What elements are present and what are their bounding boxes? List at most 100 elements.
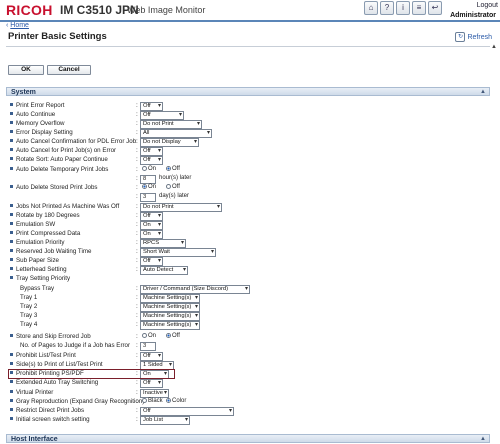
setting-label: Tray 3 — [20, 312, 38, 319]
setting-label: Auto Cancel for Print Job(s) on Error — [10, 146, 116, 155]
setting-select[interactable]: Job List — [140, 416, 190, 425]
radio-option[interactable]: Off — [166, 332, 180, 341]
scroll-up-icon[interactable]: ▲ — [491, 44, 497, 50]
separator: : — [136, 257, 138, 264]
radio-button[interactable] — [142, 333, 147, 338]
setting-label: Emulation Priority — [10, 238, 65, 247]
radio-button[interactable] — [166, 166, 171, 171]
separator: : — [136, 407, 138, 414]
separator: : — [136, 416, 138, 423]
setting-label: Letterhead Setting — [10, 265, 67, 274]
setting-row: Store and Skip Errored Job: On Off — [10, 332, 490, 341]
setting-label: Jobs Not Printed As Machine Was Off — [10, 202, 119, 211]
radio-option[interactable]: Color — [166, 397, 186, 406]
radio-button[interactable] — [142, 398, 147, 403]
ok-button[interactable]: OK — [8, 65, 44, 75]
logout-link[interactable]: Logout — [477, 2, 498, 9]
page-title: Printer Basic Settings — [8, 31, 107, 42]
radio-button[interactable] — [142, 184, 147, 189]
setting-text-input[interactable]: 3 — [140, 342, 156, 351]
help-icon[interactable]: ? — [380, 1, 394, 15]
section-system[interactable]: System ▲ — [6, 87, 490, 96]
setting-row: Emulation Priority: RPCS — [10, 238, 490, 248]
radio-option[interactable]: Off — [166, 183, 180, 192]
unit-label: day(s) later — [159, 193, 190, 199]
settings-icon[interactable]: ≡ — [412, 1, 426, 15]
setting-label: Initial screen switch setting — [10, 415, 90, 424]
setting-row: Emulation SW: On — [10, 220, 490, 230]
separator: : — [136, 333, 138, 340]
info-icon[interactable]: i — [396, 1, 410, 15]
radio-option[interactable]: Off — [166, 165, 180, 174]
home-icon[interactable]: ⌂ — [364, 1, 378, 15]
setting-select[interactable]: Off — [140, 156, 163, 165]
setting-row: Memory Overflow: Do not Print — [10, 119, 490, 129]
setting-select[interactable]: Machine Setting(s) — [140, 321, 200, 330]
radio-button[interactable] — [166, 184, 171, 189]
setting-row: :3 day(s) later — [10, 192, 490, 202]
section-host-interface[interactable]: Host Interface ▲ — [6, 434, 490, 443]
separator: : — [136, 389, 138, 396]
setting-label: Tray 1 — [20, 294, 38, 301]
setting-row: Prohibit List/Test Print: Off — [10, 351, 490, 361]
radio-label: Off — [172, 333, 180, 339]
radio-button[interactable] — [166, 333, 171, 338]
setting-row: Tray Setting Priority — [10, 274, 490, 283]
setting-row: Jobs Not Printed As Machine Was Off: Do n… — [10, 202, 490, 212]
radio-label: On — [148, 184, 157, 190]
setting-row: Auto Delete Temporary Print Jobs: On Off — [10, 165, 490, 174]
separator: : — [136, 312, 138, 319]
separator: : — [136, 221, 138, 228]
separator: : — [136, 266, 138, 273]
radio-option[interactable]: Black — [142, 397, 163, 406]
setting-row: Tray 3: Machine Setting(s) — [10, 311, 490, 321]
setting-row: Rotate by 180 Degrees: Off — [10, 211, 490, 221]
section-title: System — [11, 89, 36, 96]
product-name: Web Image Monitor — [127, 5, 206, 15]
title-divider — [6, 46, 490, 47]
refresh-link[interactable]: ↻ Refresh — [455, 32, 492, 42]
breadcrumb-home-link[interactable]: Home — [10, 22, 29, 29]
setting-label: Store and Skip Errored Job — [10, 332, 91, 341]
setting-label: Auto Delete Stored Print Jobs — [10, 183, 98, 192]
collapse-icon[interactable]: ▲ — [480, 435, 486, 444]
cancel-button[interactable]: Cancel — [47, 65, 91, 75]
logout-icon[interactable]: ↩ — [428, 1, 442, 15]
separator: : — [136, 203, 138, 210]
setting-label: Print Error Report — [10, 101, 64, 110]
separator: : — [136, 166, 138, 173]
separator: : — [136, 303, 138, 310]
separator: : — [136, 352, 138, 359]
radio-label: Black — [148, 398, 163, 404]
separator: : — [136, 129, 138, 136]
setting-label: Restrict Direct Print Jobs — [10, 406, 84, 415]
setting-label: Rotate Sort: Auto Paper Continue — [10, 155, 108, 164]
setting-label: Memory Overflow — [10, 119, 64, 128]
refresh-label: Refresh — [467, 33, 492, 41]
radio-button[interactable] — [142, 166, 147, 171]
radio-option[interactable]: On — [142, 165, 156, 174]
radio-option[interactable]: On — [142, 332, 156, 341]
setting-row: Sub Paper Size: Off — [10, 256, 490, 266]
radio-option[interactable]: On — [142, 183, 156, 192]
setting-label: Gray Reproduction (Expand Gray Recogniti… — [10, 397, 144, 406]
setting-row: Error Display Setting: All — [10, 128, 490, 138]
separator: : — [136, 102, 138, 109]
brand-logo: RICOH — [6, 2, 53, 18]
setting-row: Tray 1: Machine Setting(s) — [10, 293, 490, 303]
separator: : — [136, 138, 138, 145]
separator: : — [136, 398, 138, 405]
setting-row: Print Error Report: Off — [10, 101, 490, 111]
setting-label: Sub Paper Size — [10, 256, 59, 265]
setting-text-input[interactable]: 3 — [140, 193, 156, 202]
collapse-icon[interactable]: ▲ — [480, 88, 486, 97]
setting-row: Initial screen switch setting: Job List — [10, 415, 490, 425]
separator: : — [136, 379, 138, 386]
setting-select[interactable]: Off — [140, 379, 163, 388]
section-title: Host Interface — [11, 436, 58, 443]
separator: : — [136, 361, 138, 368]
refresh-icon: ↻ — [455, 32, 466, 42]
radio-button[interactable] — [166, 398, 171, 403]
setting-row: Reserved Job Waiting Time: Short Wait — [10, 247, 490, 257]
setting-label: Emulation SW — [10, 220, 55, 229]
